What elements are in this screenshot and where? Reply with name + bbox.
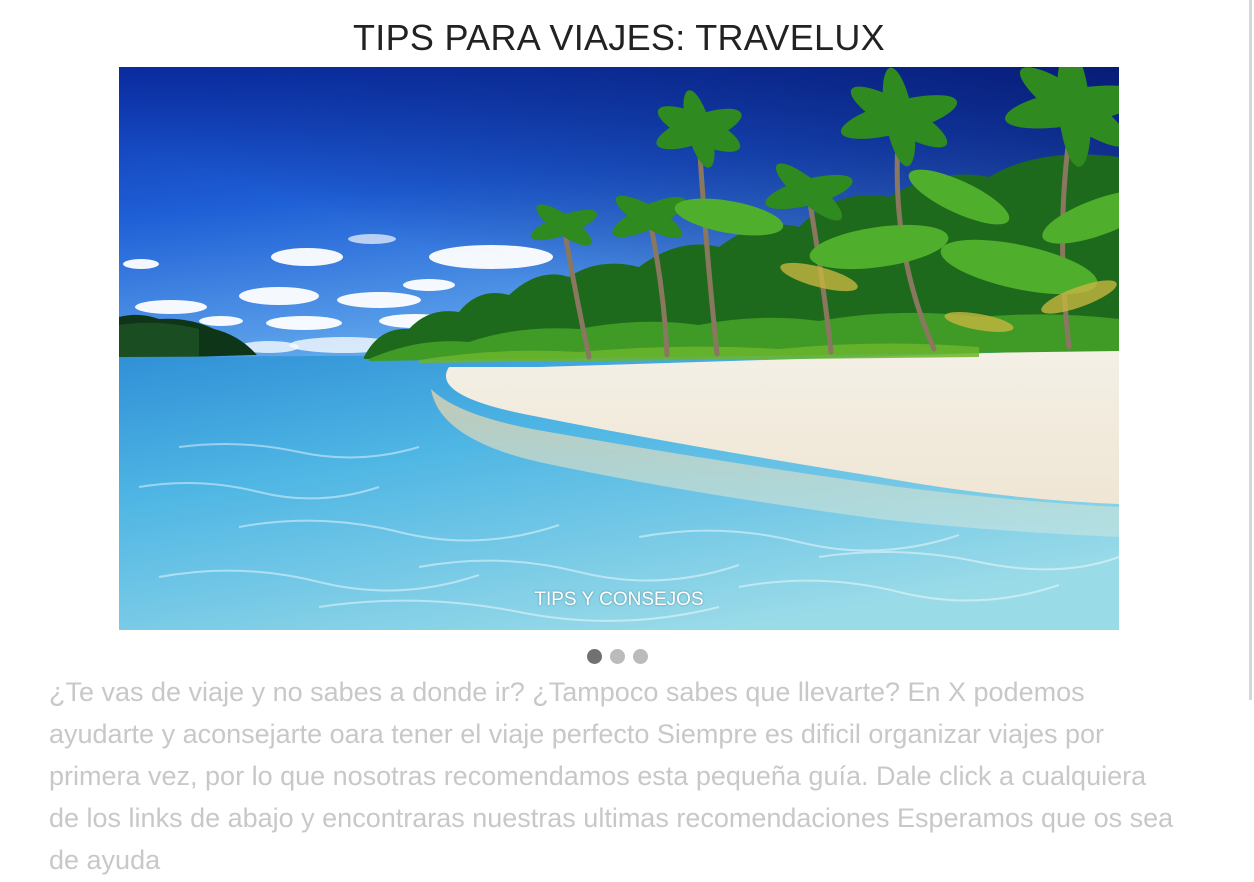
slide-dot-2[interactable] [610, 649, 625, 664]
slideshow-dots [587, 649, 648, 665]
slide-dot-3[interactable] [633, 649, 648, 664]
scrollbar-thumb[interactable] [1249, 0, 1252, 700]
slide-dot-1[interactable] [587, 649, 602, 664]
intro-paragraph: ¿Te vas de viaje y no sabes a donde ir? … [49, 677, 1174, 875]
slideshow: TIPS Y CONSEJOS [119, 67, 1119, 630]
slide-caption: TIPS Y CONSEJOS [534, 589, 704, 610]
scrollbar[interactable] [1238, 0, 1254, 882]
page-title: TIPS PARA VIAJES: TRAVELUX [353, 17, 885, 58]
slide-image-beach [119, 67, 1119, 630]
